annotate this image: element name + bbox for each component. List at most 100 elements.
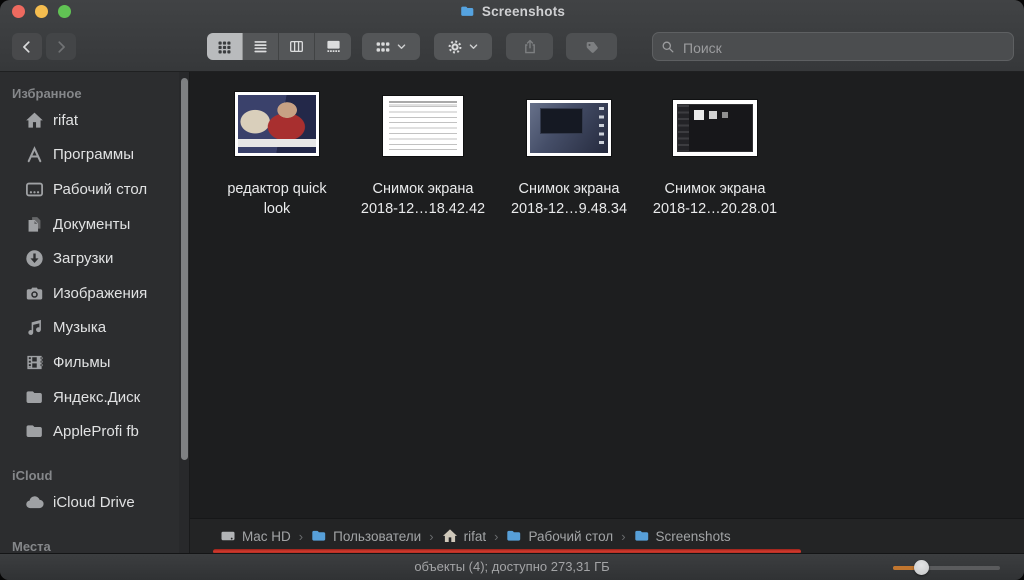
gear-icon: [447, 39, 463, 55]
grid-view-icon: [217, 39, 232, 54]
back-button[interactable]: [12, 33, 42, 60]
sidebar-section-header: Избранное: [0, 85, 189, 103]
drive-icon: [220, 528, 236, 544]
path-separator: ›: [486, 529, 506, 544]
sidebar-item-movies[interactable]: Фильмы: [0, 345, 189, 380]
chevron-right-icon: [54, 40, 68, 54]
forward-button[interactable]: [46, 33, 76, 60]
sidebar-item-documents[interactable]: Документы: [0, 207, 189, 242]
sidebar-scrollbar-track[interactable]: [179, 72, 189, 553]
home-icon: [25, 111, 44, 130]
action-menu-button[interactable]: [434, 33, 492, 60]
sidebar-item-pictures[interactable]: Изображения: [0, 276, 189, 311]
file-item-4[interactable]: Снимок экрана2018-12…20.28.01: [642, 88, 788, 219]
file-thumbnail: [527, 100, 611, 156]
path-segment-1[interactable]: Mac HD: [220, 528, 291, 544]
sidebar-item-label: AppleProfi fb: [53, 423, 139, 440]
path-separator: ›: [421, 529, 441, 544]
folder-icon: [459, 4, 476, 19]
sidebar-section-header: iCloud: [0, 467, 189, 485]
documents-icon: [25, 215, 44, 234]
chevron-down-icon: [468, 41, 479, 52]
search-icon: [661, 40, 675, 54]
path-segment-4[interactable]: Рабочий стол: [506, 528, 613, 544]
appstore-icon: [25, 145, 44, 164]
file-grid[interactable]: редактор quicklook Снимок экрана2018-12…1…: [190, 72, 1024, 518]
view-segment-column-view[interactable]: [279, 33, 315, 60]
icloud-icon: [25, 493, 44, 512]
minimize-button[interactable]: [35, 5, 48, 18]
search-input[interactable]: [681, 33, 1005, 62]
tag-icon: [584, 39, 600, 55]
desktop-icon: [25, 180, 44, 199]
path-segment-label: Пользователи: [333, 529, 421, 544]
downloads-icon: [25, 249, 44, 268]
sidebar-item-label: Документы: [53, 216, 130, 233]
share-button[interactable]: [506, 33, 553, 60]
column-view-icon: [289, 39, 304, 54]
file-name: Снимок экрана2018-12…18.42.42: [361, 180, 485, 219]
folder-icon: [311, 528, 327, 544]
music-icon: [25, 318, 44, 337]
file-item-1[interactable]: редактор quicklook: [204, 88, 350, 219]
folder-icon: [25, 422, 44, 441]
file-thumbnail: [235, 92, 319, 156]
path-separator: ›: [291, 529, 311, 544]
sidebar-scrollbar-thumb[interactable]: [181, 78, 188, 460]
status-text: объекты (4); доступно 273,31 ГБ: [0, 559, 1024, 574]
folder-icon: [634, 528, 650, 544]
sidebar-item-label: Изображения: [53, 285, 147, 302]
sidebar: Избранноеrifat Программы Рабочий стол Докум…: [0, 72, 190, 553]
sidebar-item-desktop[interactable]: Рабочий стол: [0, 172, 189, 207]
sidebar-item-downloads[interactable]: Загрузки: [0, 241, 189, 276]
view-segmented-control: [207, 33, 351, 60]
window-title-text: Screenshots: [482, 4, 565, 19]
finder-window: Screenshots: [0, 0, 1024, 580]
icon-size-slider-knob[interactable]: [914, 560, 929, 575]
pictures-icon: [25, 284, 44, 303]
sidebar-item-label: Фильмы: [53, 354, 110, 371]
sidebar-item-icloud-drive[interactable]: iCloud Drive: [0, 485, 189, 520]
path-bar: Mac HD›Пользователи›rifat›Рабочий стол›S…: [190, 518, 1024, 553]
zoom-button[interactable]: [58, 5, 71, 18]
sidebar-item-yandex-disk[interactable]: Яндекс.Диск: [0, 380, 189, 415]
path-segment-2[interactable]: Пользователи: [311, 528, 421, 544]
path-segment-5[interactable]: Screenshots: [634, 528, 731, 544]
share-icon: [522, 39, 538, 55]
gallery-view-icon: [326, 39, 341, 54]
path-segment-3[interactable]: rifat: [442, 528, 487, 544]
sidebar-item-rifat[interactable]: rifat: [0, 103, 189, 138]
file-name: редактор quicklook: [227, 180, 326, 219]
sidebar-item-label: Программы: [53, 146, 134, 163]
view-segment-list-view[interactable]: [243, 33, 279, 60]
sidebar-item-appleprofi-fb[interactable]: AppleProfi fb: [0, 414, 189, 449]
path-segment-label: Screenshots: [656, 529, 731, 544]
tag-button[interactable]: [566, 33, 617, 60]
file-name: Снимок экрана2018-12…9.48.34: [511, 180, 627, 219]
view-segment-icon-view[interactable]: [207, 33, 243, 60]
folder-icon: [506, 528, 522, 544]
search-field: [652, 32, 1014, 61]
sidebar-item-label: Музыка: [53, 319, 106, 336]
file-name: Снимок экрана2018-12…20.28.01: [653, 180, 777, 219]
window-title: Screenshots: [0, 0, 1024, 22]
window-chrome: Screenshots: [0, 0, 1024, 72]
folder-icon: [25, 388, 44, 407]
file-item-3[interactable]: Снимок экрана2018-12…9.48.34: [496, 88, 642, 219]
movies-icon: [25, 353, 44, 372]
view-segment-gallery-view[interactable]: [315, 33, 351, 60]
sidebar-section-header: Места: [0, 538, 189, 553]
path-segment-label: Mac HD: [242, 529, 291, 544]
group-grid-icon: [375, 39, 391, 55]
sidebar-item-label: Загрузки: [53, 250, 113, 267]
group-button[interactable]: [362, 33, 420, 60]
close-button[interactable]: [12, 5, 25, 18]
status-bar: объекты (4); доступно 273,31 ГБ: [0, 553, 1024, 580]
file-item-2[interactable]: Снимок экрана2018-12…18.42.42: [350, 88, 496, 219]
sidebar-item-label: Яндекс.Диск: [53, 389, 140, 406]
chevron-down-icon: [396, 41, 407, 52]
sidebar-item-music[interactable]: Музыка: [0, 311, 189, 346]
list-view-icon: [253, 39, 268, 54]
traffic-lights: [12, 5, 71, 18]
sidebar-item-applications[interactable]: Программы: [0, 138, 189, 173]
